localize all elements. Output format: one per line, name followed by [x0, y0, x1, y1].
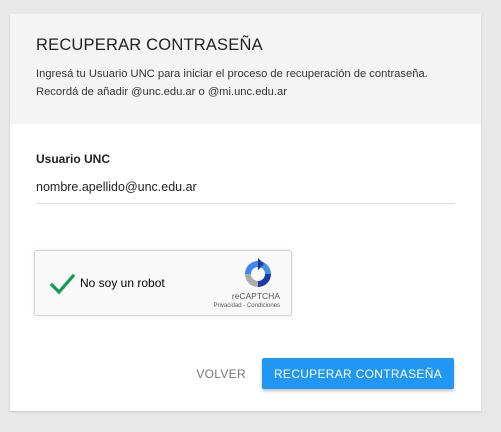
recaptcha-widget: No soy un robot reCAPTCHA Privacidad - C…: [34, 250, 292, 316]
form-actions: VOLVER RECUPERAR CONTRASEÑA: [192, 358, 454, 389]
recaptcha-logo-icon: [245, 258, 271, 287]
privacy-link[interactable]: Privacidad: [214, 303, 242, 309]
recover-password-button[interactable]: RECUPERAR CONTRASEÑA: [261, 358, 454, 389]
back-button[interactable]: VOLVER: [192, 359, 250, 389]
instructions-line-2: Recordá de añadir @unc.edu.ar o @mi.unc.…: [36, 86, 287, 98]
recaptcha-brand: reCAPTCHA: [231, 291, 280, 301]
instructions-line-1: Ingresá tu Usuario UNC para iniciar el p…: [36, 68, 428, 80]
recaptcha-label: No soy un robot: [80, 276, 165, 290]
recaptcha-links: Privacidad - Condiciones: [214, 303, 280, 309]
checkmark-icon[interactable]: [48, 270, 76, 298]
card-body: Usuario UNC: [10, 124, 481, 204]
password-recovery-card: RECUPERAR CONTRASEÑA Ingresá tu Usuario …: [10, 14, 481, 411]
page-title: RECUPERAR CONTRASEÑA: [36, 36, 263, 54]
instructions: Ingresá tu Usuario UNC para iniciar el p…: [36, 65, 455, 101]
terms-link[interactable]: Condiciones: [247, 303, 280, 309]
username-input[interactable]: [36, 180, 454, 204]
username-label: Usuario UNC: [36, 152, 111, 166]
card-header: RECUPERAR CONTRASEÑA Ingresá tu Usuario …: [10, 14, 481, 124]
